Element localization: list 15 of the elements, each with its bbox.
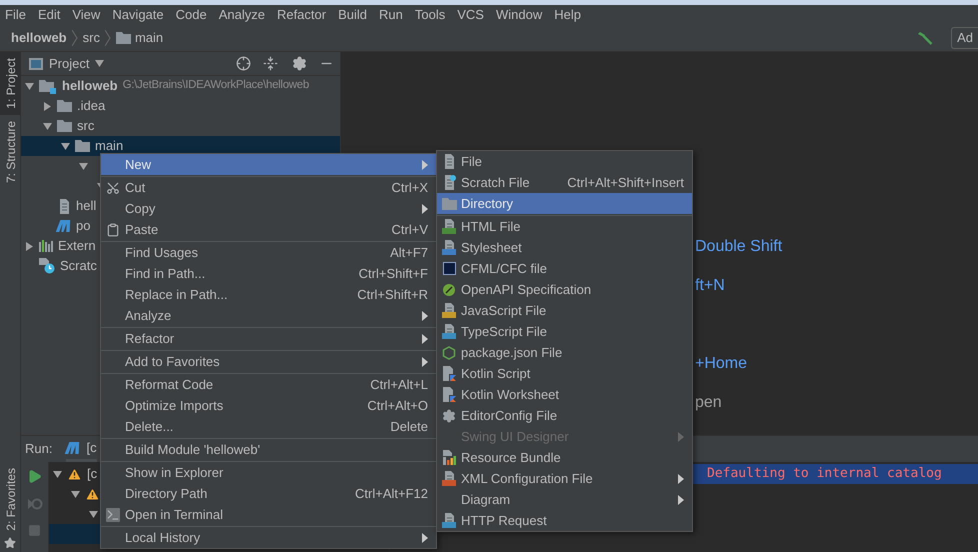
tree-label: helloweb xyxy=(62,77,118,96)
editor-hint: ft+N xyxy=(695,276,726,294)
tree-label: src xyxy=(77,117,94,136)
tree-label: [c xyxy=(87,465,98,484)
tree-label: po xyxy=(76,217,90,236)
tree-label: .idea xyxy=(77,97,106,116)
editor-hint: +Home xyxy=(695,354,748,372)
editor-hint: pen xyxy=(695,393,723,411)
tree-label: hell xyxy=(76,197,96,216)
tree-label: main xyxy=(95,137,124,156)
project-path: G:\JetBrains\IDEAWorkPlace\helloweb xyxy=(122,78,309,94)
tree-label: Extern xyxy=(58,237,96,256)
editor-hint: Double Shift xyxy=(695,237,784,255)
run-panel-title: Run: xyxy=(25,440,52,458)
tree-label: Scratc xyxy=(60,257,97,276)
